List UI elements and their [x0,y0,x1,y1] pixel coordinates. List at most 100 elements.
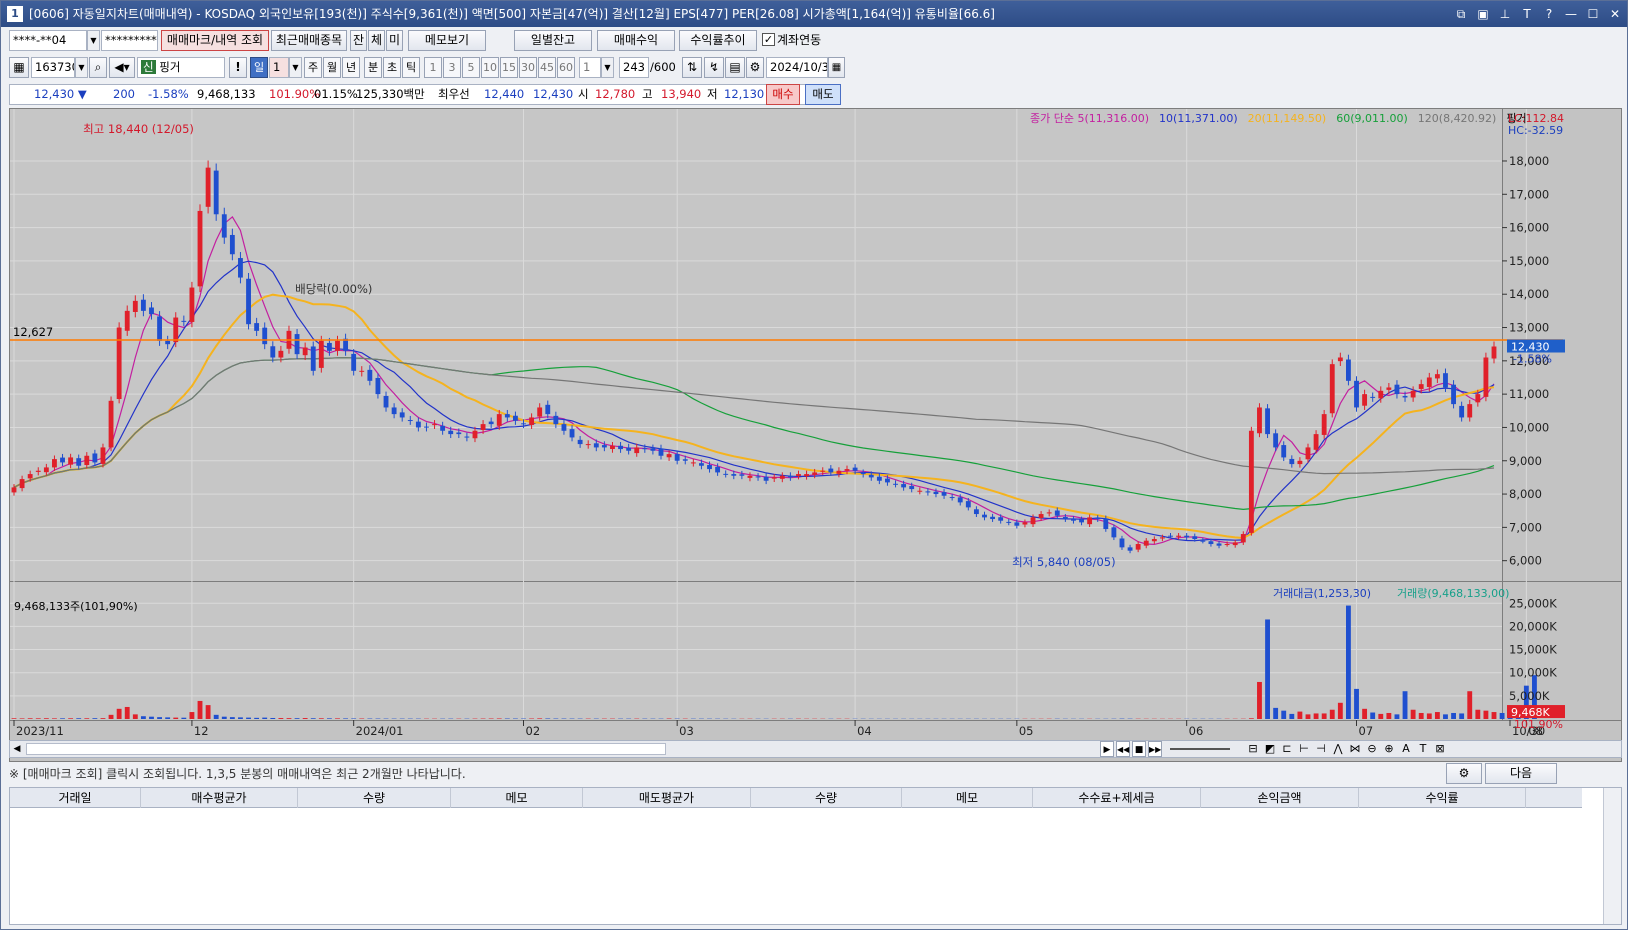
scroll-left-icon[interactable]: ◀ [10,741,24,757]
col-header[interactable]: 수수료+제세금 [1033,788,1201,808]
period-dropdown-icon[interactable]: ▼ [289,57,302,78]
period-second-button[interactable]: 초 [383,57,401,78]
code-dropdown-icon[interactable]: ▼ [75,57,88,78]
date-input[interactable]: 2024/10/30 [766,57,828,78]
indicator-icon[interactable]: ⇅ [682,57,702,78]
trade-mark-query-button[interactable]: 매매마크/내역 조회 [161,30,269,51]
interval-dropdown-icon[interactable]: ▼ [601,57,614,78]
candle-body [1111,527,1117,538]
interval-5[interactable]: 5 [462,57,480,78]
filled-toggle[interactable]: 체 [368,30,385,51]
col-header[interactable]: 손익금액 [1201,788,1359,808]
interval-1[interactable]: 1 [424,57,442,78]
save-icon[interactable]: ▤ [725,57,745,78]
gear-icon[interactable]: ⚙ [746,57,764,78]
minimize-icon[interactable]: — [1563,6,1579,22]
settings-icon[interactable]: ⚙ [1446,763,1482,784]
candle-body [1289,458,1295,465]
link-icon[interactable]: ⧉ [1453,6,1469,22]
col-header[interactable]: 수량 [751,788,902,808]
help-icon[interactable]: ? [1541,6,1557,22]
col-header[interactable]: 메모 [451,788,583,808]
draw-tool-2-icon[interactable]: ⊏ [1280,741,1294,757]
draw-tool-11-icon[interactable]: ⊠ [1433,741,1447,757]
maximize-icon[interactable]: ☐ [1585,6,1601,22]
candle-body [1224,544,1230,546]
unfilled-toggle[interactable]: 미 [386,30,403,51]
draw-tool-10-icon[interactable]: T [1416,741,1430,757]
profit-trend-button[interactable]: 수익률추이 [679,30,757,51]
col-header[interactable]: 수량 [298,788,451,808]
interval-60[interactable]: 60 [557,57,575,78]
forward-icon[interactable]: ▶▶ [1148,741,1162,757]
col-header[interactable]: 메모 [902,788,1033,808]
buy-button[interactable]: 매수 [766,84,800,105]
alert-button[interactable]: ! [229,57,247,78]
memo-view-button[interactable]: 메모보기 [408,30,486,51]
play-icon[interactable]: ▶ [1100,741,1114,757]
candle-body [755,476,761,478]
sound-icon[interactable]: ◀▾ [109,57,135,78]
draw-tool-1-icon[interactable]: ◩ [1263,741,1277,757]
compare-icon[interactable]: ↯ [704,57,724,78]
close-icon[interactable]: ✕ [1607,6,1623,22]
sell-button[interactable]: 매도 [805,84,841,105]
account-link-checkbox[interactable]: ✓ [762,33,775,46]
stock-name-field[interactable]: 신 핑거 [137,57,225,78]
period-daily-button[interactable]: 일 [250,57,268,78]
candle-body [1240,534,1246,543]
chart-area[interactable]: 18,000 17,000 16,000 15,000 14,000 13,000 12,0… [9,108,1622,762]
col-header[interactable]: 거래일 [10,788,141,808]
bar-count-input[interactable]: 243 [619,57,649,78]
interval-45[interactable]: 45 [538,57,556,78]
period-count[interactable]: 1 [269,57,289,78]
draw-tool-8-icon[interactable]: ⊕ [1382,741,1396,757]
volume-bar [1265,619,1270,719]
interval-10[interactable]: 10 [481,57,499,78]
interval-30[interactable]: 30 [519,57,537,78]
candle-body [221,214,227,238]
period-monthly-button[interactable]: 월 [323,57,341,78]
draw-tool-7-icon[interactable]: ⊖ [1365,741,1379,757]
stop-icon[interactable]: ■ [1132,741,1146,757]
best-quote-label: 최우선 [438,87,470,101]
table-scrollbar[interactable] [1603,788,1621,924]
panel-icon[interactable]: ▦ [9,57,29,78]
draw-tool-6-icon[interactable]: ⋈ [1348,741,1362,757]
period-yearly-button[interactable]: 년 [342,57,360,78]
draw-tool-9-icon[interactable]: A [1399,741,1413,757]
price-chart-svg[interactable]: 18,00017,00016,00015,00014,00013,00012,0… [10,109,1621,761]
interval-3[interactable]: 3 [443,57,461,78]
candle-body [876,476,882,481]
volume-bar [1329,709,1335,719]
draw-tool-5-icon[interactable]: ⋀ [1331,741,1345,757]
account-input[interactable]: ****-**04 [9,30,87,51]
trade-profit-button[interactable]: 매매수익 [597,30,675,51]
stock-code-input[interactable]: 163730 [31,57,75,78]
col-header[interactable]: 매수평균가 [141,788,298,808]
rewind-icon[interactable]: ◀◀ [1116,741,1130,757]
pin-icon[interactable]: ⊥ [1497,6,1513,22]
next-button[interactable]: 다음 [1485,763,1557,784]
daily-balance-button[interactable]: 일별잔고 [514,30,592,51]
balance-toggle[interactable]: 잔 [350,30,367,51]
tile-icon[interactable]: ▣ [1475,6,1491,22]
period-weekly-button[interactable]: 주 [304,57,322,78]
interval-15[interactable]: 15 [500,57,518,78]
search-icon[interactable]: ⌕ [89,57,107,78]
col-header[interactable]: 수익률 [1359,788,1526,808]
draw-tool-0-icon[interactable]: ⊟ [1246,741,1260,757]
draw-tool-3-icon[interactable]: ⊢ [1297,741,1311,757]
draw-tool-4-icon[interactable]: ⊣ [1314,741,1328,757]
recent-trades-button[interactable]: 최근매매종목 [271,30,347,51]
tools-icon[interactable]: T [1519,6,1535,22]
period-tick-button[interactable]: 틱 [402,57,420,78]
calendar-icon[interactable]: ▦ [828,57,845,78]
account-dropdown-icon[interactable]: ▼ [87,30,100,51]
scroll-thumb[interactable] [26,743,666,755]
password-input[interactable]: ********* [101,30,158,51]
period-minute-button[interactable]: 분 [364,57,382,78]
zoom-slider[interactable] [1170,748,1230,750]
interval-select[interactable]: 1 [579,57,601,78]
col-header[interactable]: 매도평균가 [583,788,751,808]
